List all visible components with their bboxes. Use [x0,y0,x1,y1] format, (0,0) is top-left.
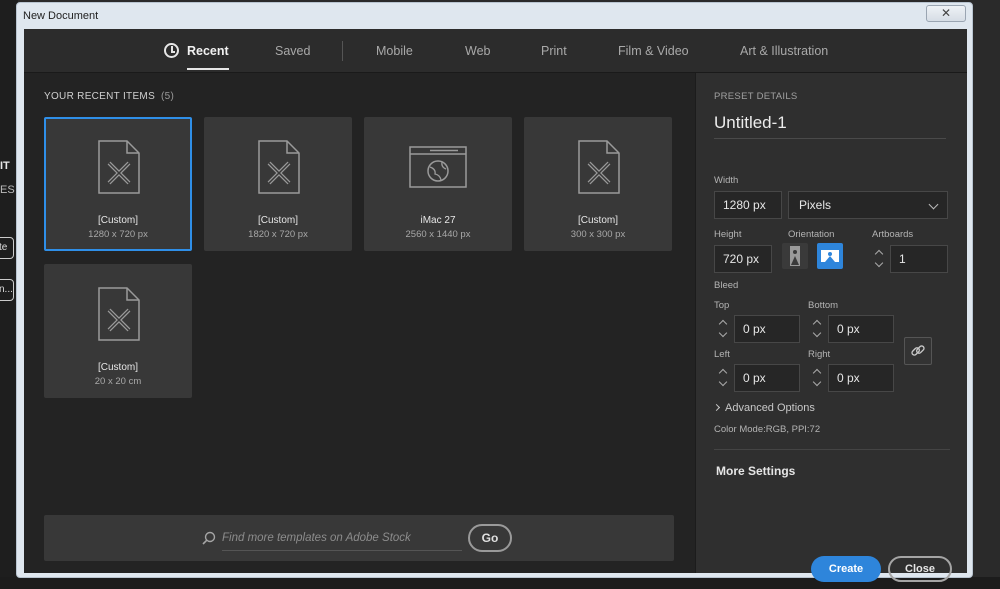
document-pencil-icon [578,140,620,194]
recent-item-tile[interactable]: [Custom] 300 x 300 px [524,117,672,251]
artboards-label: Artboards [872,229,914,240]
window-title: New Document [23,10,99,22]
bleed-top-stepper[interactable] [716,315,730,343]
bleed-bottom-stepper[interactable] [810,315,824,343]
bleed-top-field[interactable]: 0 px [734,315,800,343]
unit-select-value: Pixels [799,198,832,212]
chevron-down-icon [718,377,728,387]
chevron-right-icon [712,403,721,412]
recent-items-heading: YOUR RECENT ITEMS (5) [44,91,174,102]
title-bar[interactable]: New Document ✕ [17,3,972,29]
chevron-down-icon [812,377,822,387]
recent-item-tile[interactable]: [Custom] 20 x 20 cm [44,264,192,398]
chevron-up-icon [812,319,822,329]
chevron-down-icon [874,258,884,268]
width-field[interactable]: 1280 px [714,191,782,219]
go-button[interactable]: Go [468,524,512,552]
height-field[interactable]: 720 px [714,245,772,273]
unit-select[interactable]: Pixels [788,191,948,219]
tab-art-illustration[interactable]: Art & Illustration [740,29,828,73]
background-button-fragment: n... [0,279,14,301]
chevron-down-icon [812,328,822,338]
bleed-left-field[interactable]: 0 px [734,364,800,392]
tile-name: [Custom] [257,215,298,226]
tile-dimensions: 300 x 300 px [570,229,626,240]
artboards-stepper[interactable] [872,245,886,273]
recent-item-tile[interactable]: [Custom] 1280 x 720 px [44,117,192,251]
bleed-top-label: Top [714,300,730,311]
recent-item-tile[interactable]: iMac 27 2560 x 1440 px [364,117,512,251]
bleed-right-field[interactable]: 0 px [828,364,894,392]
bleed-bottom-field[interactable]: 0 px [828,315,894,343]
advanced-options-label: Advanced Options [725,402,815,414]
link-bleed-button[interactable] [904,337,932,365]
divider [714,449,950,450]
bleed-right-label: Right [808,349,831,360]
dialog-content: Recent Saved Mobile Web Print Film & Vid… [24,29,967,582]
document-pencil-icon [98,287,140,341]
bleed-label: Bleed [714,280,739,291]
chevron-up-icon [718,368,728,378]
bleed-left-label: Left [714,349,730,360]
width-label: Width [714,175,739,186]
tile-name: [Custom] [97,362,138,373]
document-pencil-icon [258,140,300,194]
bleed-right-stepper[interactable] [810,364,824,392]
window-close-button[interactable]: ✕ [926,5,966,22]
orientation-label: Orientation [788,229,835,240]
tile-dimensions: 1280 x 720 px [88,229,148,240]
create-button[interactable]: Create [811,556,881,582]
tile-dimensions: 2560 x 1440 px [405,229,471,240]
chevron-up-icon [812,368,822,378]
portrait-orientation-button[interactable] [782,243,808,269]
bleed-left-stepper[interactable] [716,364,730,392]
portrait-icon [790,246,800,266]
advanced-options-toggle[interactable]: Advanced Options [712,402,815,414]
tile-name: [Custom] [97,215,138,226]
color-mode-summary: Color Mode:RGB, PPI:72 [714,424,821,435]
preset-details-panel: PRESET DETAILS Untitled-1 Width 1280 px … [695,73,967,582]
artboards-field[interactable]: 1 [890,245,948,273]
background-text-fragment: IT [0,160,10,172]
adobe-stock-search-bar: Go [44,515,674,561]
chain-link-icon [911,345,925,356]
tab-print[interactable]: Print [541,29,567,73]
tab-recent[interactable]: Recent [187,29,229,73]
tile-name: iMac 27 [420,215,456,226]
tab-film-video[interactable]: Film & Video [618,29,689,73]
browser-globe-icon [409,146,467,188]
more-settings-button[interactable]: More Settings [716,464,795,478]
tile-dimensions: 20 x 20 cm [94,376,142,387]
preset-details-heading: PRESET DETAILS [714,91,798,102]
recent-items-title: YOUR RECENT ITEMS [44,91,156,102]
height-label: Height [714,229,742,240]
close-button[interactable]: Close [888,556,952,582]
tile-name: [Custom] [577,215,618,226]
stock-search-input[interactable] [222,525,462,551]
recent-items-count: (5) [161,91,175,102]
recent-item-tile[interactable]: [Custom] 1820 x 720 px [204,117,352,251]
background-button-fragment: te n [0,237,14,259]
preset-category-tabs: Recent Saved Mobile Web Print Film & Vid… [24,29,967,73]
document-pencil-icon [98,140,140,194]
landscape-icon [821,250,839,262]
bleed-bottom-label: Bottom [808,300,839,311]
tab-saved[interactable]: Saved [275,29,310,73]
chevron-up-icon [874,249,884,259]
chevron-down-icon [928,199,939,210]
document-name-field[interactable]: Untitled-1 [714,113,946,139]
background-text-fragment: ES [0,184,15,196]
tile-dimensions: 1820 x 720 px [248,229,308,240]
tab-web[interactable]: Web [465,29,490,73]
clock-icon [164,43,179,58]
chevron-down-icon [718,328,728,338]
landscape-orientation-button[interactable] [817,243,843,269]
new-document-dialog: New Document ✕ Recent Saved Mobile Web P… [16,2,973,582]
tab-mobile[interactable]: Mobile [376,29,413,73]
search-icon [202,531,216,545]
chevron-up-icon [718,319,728,329]
tab-divider [342,41,343,61]
